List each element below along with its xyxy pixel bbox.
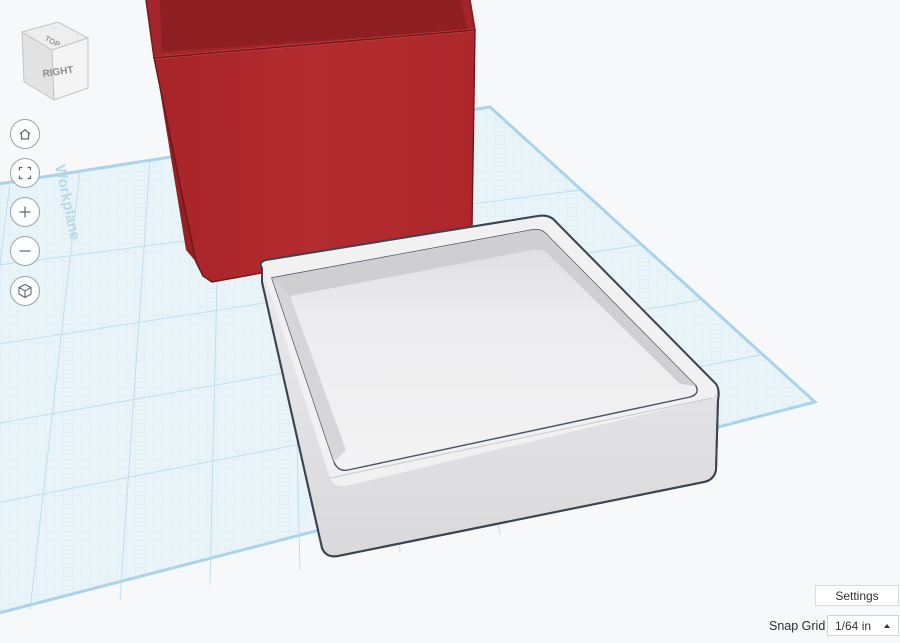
snap-grid-value: 1/64 in	[835, 618, 872, 633]
fit-view-icon	[18, 166, 32, 180]
snap-grid-select[interactable]: 1/64 in	[827, 615, 899, 636]
home-icon	[19, 128, 31, 140]
zoom-in-button[interactable]	[10, 197, 40, 227]
settings-button[interactable]: Settings	[815, 585, 899, 606]
minus-icon	[19, 250, 31, 252]
caret-up-icon	[884, 624, 890, 628]
view-cube[interactable]: TOP RIGHT	[18, 20, 94, 104]
scene-canvas[interactable]: Workplane	[0, 0, 900, 643]
zoom-out-button[interactable]	[10, 236, 40, 266]
3d-viewport[interactable]: Workplane TOP RIGHT Settings Snap Grid 1…	[0, 0, 900, 643]
snap-grid-label: Snap Grid	[769, 619, 826, 633]
plus-icon	[19, 206, 31, 218]
home-view-button[interactable]	[10, 119, 40, 149]
perspective-cube-icon	[18, 283, 32, 299]
perspective-toggle-button[interactable]	[10, 276, 40, 306]
fit-view-button[interactable]	[10, 158, 40, 188]
